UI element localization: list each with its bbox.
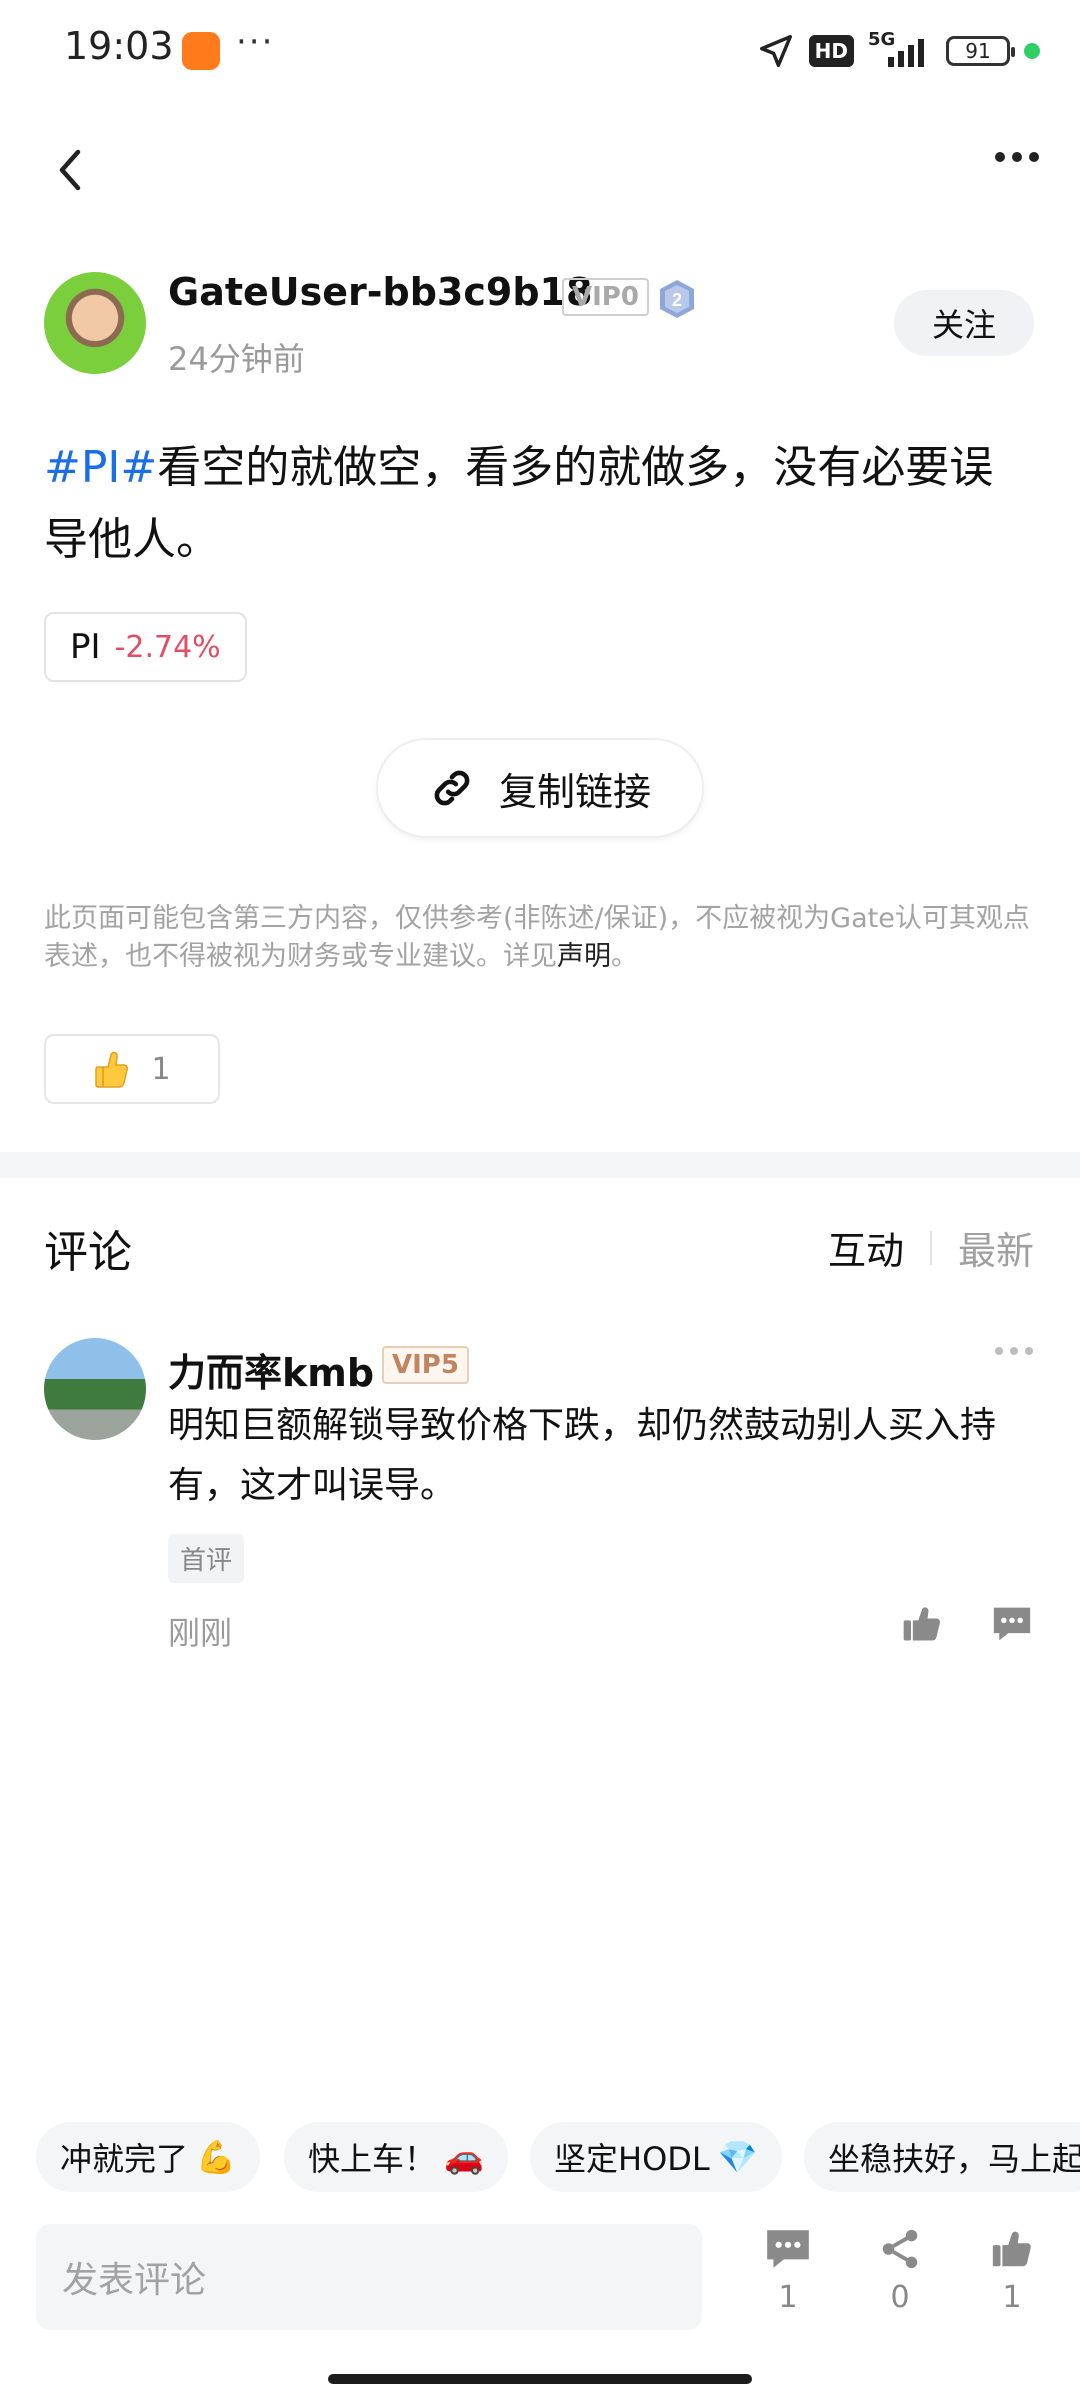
disclaimer-end: 。 (611, 941, 638, 972)
ticker-symbol: PI (70, 627, 101, 667)
post-like-count: 1 (151, 1051, 171, 1087)
disclaimer: 此页面可能包含第三方内容，仅供参考(非陈述/保证)，不应被视为Gate认可其观点… (44, 900, 1040, 976)
disclaimer-link[interactable]: 声明 (557, 941, 611, 972)
sort-separator (929, 1230, 932, 1265)
gem-emoji: 💎 (717, 2138, 758, 2176)
comment-count: 1 (778, 2280, 798, 2315)
back-arrow-icon[interactable] (50, 140, 90, 200)
level-badge-icon: 2 (660, 280, 694, 318)
copy-link-button[interactable]: 复制链接 (376, 738, 704, 838)
status-more-icon: ··· (236, 22, 275, 62)
status-indicators: HD 5G 91 (757, 28, 1040, 74)
post-hashtag[interactable]: #PI# (44, 442, 157, 493)
follow-button[interactable]: 关注 (894, 290, 1034, 356)
like-action[interactable]: 1 (972, 2226, 1052, 2315)
level-number: 2 (672, 290, 682, 310)
comment-sort: 互动 最新 (828, 1220, 1034, 1275)
link-icon (434, 770, 470, 806)
signal-icon: 5G (868, 29, 932, 71)
battery-level: 91 (965, 39, 991, 63)
post-like-chip[interactable]: 1 (44, 1034, 220, 1104)
comment-like-icon[interactable] (900, 1602, 944, 1646)
vip-badge: VIP0 (562, 278, 649, 316)
battery-icon: 91 (946, 36, 1015, 66)
post-content: #PI#看空的就做空，看多的就做多，没有必要误导他人。 (44, 432, 1034, 576)
post-text: 看空的就做空，看多的就做多，没有必要误导他人。 (44, 442, 994, 565)
ticker-chip[interactable]: PI -2.74% (44, 612, 247, 682)
app-notification-icon (182, 32, 220, 70)
quick-reply-chip[interactable]: 坐稳扶好，马上起 (804, 2122, 1080, 2192)
quick-reply-chip[interactable]: 坚定HODL 💎 (530, 2122, 782, 2192)
comment-input[interactable]: 发表评论 (36, 2224, 702, 2330)
comments-action[interactable]: 1 (748, 2226, 828, 2315)
post-time: 24分钟前 (168, 340, 305, 378)
location-arrow-icon (759, 35, 792, 67)
author-avatar[interactable] (44, 272, 146, 374)
thumbs-up-icon (992, 2231, 1031, 2267)
section-divider (0, 1152, 1080, 1178)
quick-reply-chip[interactable]: 冲就完了 💪 (36, 2122, 260, 2192)
copy-link-label: 复制链接 (498, 769, 651, 814)
comments-title: 评论 (44, 1227, 132, 1278)
active-indicator-dot (1024, 43, 1040, 59)
first-comment-tag: 首评 (168, 1534, 245, 1583)
comment-text: 明知巨额解锁导致价格下跌，却仍然鼓动别人买入持有，这才叫误导。 (168, 1405, 997, 1506)
share-action[interactable]: 0 (860, 2226, 940, 2315)
flexed-bicep-emoji: 💪 (196, 2138, 236, 2176)
commenter-vip-badge: VIP5 (382, 1346, 469, 1384)
ticker-change: -2.74% (114, 629, 221, 665)
share-icon (882, 2229, 918, 2269)
hd-icon: HD (808, 35, 854, 67)
network-type-label: 5G (868, 29, 896, 50)
sort-latest-tab[interactable]: 最新 (958, 1220, 1034, 1275)
car-emoji: 🚗 (444, 2138, 484, 2176)
comment-icon (767, 2230, 809, 2268)
comment-reply-icon[interactable] (990, 1604, 1034, 1644)
author-name[interactable]: GateUser-bb3c9b18 (168, 270, 592, 314)
commenter-avatar[interactable] (44, 1338, 146, 1440)
sort-interactive-tab[interactable]: 互动 (828, 1220, 904, 1275)
like-count: 1 (1002, 2280, 1022, 2315)
disclaimer-text: 此页面可能包含第三方内容，仅供参考(非陈述/保证)，不应被视为Gate认可其观点… (44, 903, 1030, 972)
status-time: 19:03 (64, 24, 174, 68)
quick-reply-chip[interactable]: 快上车！ 🚗 (284, 2122, 508, 2192)
home-indicator[interactable] (328, 2374, 752, 2384)
comment-more-icon[interactable] (994, 1346, 1034, 1356)
commenter-name[interactable]: 力而率kmb (168, 1342, 374, 1397)
quick-reply-bar: 冲就完了 💪 快上车！ 🚗 坚定HODL 💎 坐稳扶好，马上起 (0, 2122, 1080, 2192)
share-count: 0 (890, 2280, 910, 2315)
comment-time: 刚刚 (168, 1614, 233, 1652)
more-options-icon[interactable] (994, 150, 1040, 164)
thumbs-up-emoji-icon (95, 1051, 129, 1088)
